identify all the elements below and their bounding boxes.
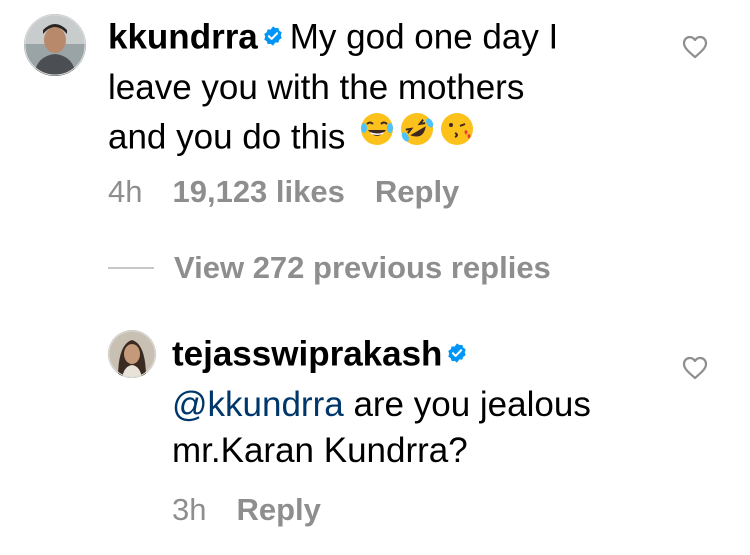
comment-body: kkundrra My god one day I leave you with … <box>108 13 668 167</box>
comment-line-2: leave you with the mothers <box>108 68 525 107</box>
comment-text-part3: and you do this <box>108 117 346 157</box>
reply-username[interactable]: tejasswiprakash <box>172 334 442 373</box>
comment-likes-count[interactable]: 19,123 likes <box>172 174 344 209</box>
avatar-image <box>108 330 156 378</box>
reply-text-rest: are you jealous <box>353 385 591 424</box>
reply-reply-button[interactable]: Reply <box>236 492 320 527</box>
comment-username[interactable]: kkundrra <box>108 17 258 56</box>
face-blowing-kiss-icon <box>439 111 475 159</box>
avatar-image <box>24 14 86 76</box>
comment-time: 4h <box>108 174 143 209</box>
reply-line-1: tejasswiprakash <box>172 330 692 382</box>
avatar-kkundrra[interactable] <box>24 14 86 76</box>
view-previous-replies-button[interactable]: View 272 previous replies <box>108 250 551 286</box>
reply-meta: 3h Reply <box>172 492 351 528</box>
comment-line-1: kkundrra My god one day I <box>108 13 668 65</box>
comment-meta: 4h 19,123 likes Reply <box>108 174 489 210</box>
face-with-tears-of-joy-icon <box>359 111 395 159</box>
reply-line-3: mr.Karan Kundrra? <box>172 431 468 470</box>
view-replies-label: View 272 previous replies <box>174 250 551 285</box>
like-comment-heart-icon[interactable] <box>682 35 708 64</box>
reply-body: tejasswiprakash @kkundrra are you jealou… <box>172 330 692 474</box>
reply-mention-link[interactable]: @kkundrra <box>172 385 344 424</box>
comment-text-part1: My god one day I <box>289 17 559 57</box>
like-reply-heart-icon[interactable] <box>682 356 708 385</box>
reply-line-2: @kkundrra are you jealous <box>172 382 692 428</box>
comment-reply-button[interactable]: Reply <box>375 174 459 209</box>
comment-line-3: and you do this <box>108 111 668 167</box>
reply-time: 3h <box>172 492 207 527</box>
verified-badge-icon <box>446 330 468 376</box>
verified-badge-icon <box>262 13 284 59</box>
avatar-tejasswiprakash[interactable] <box>108 330 156 378</box>
rolling-on-floor-laughing-icon <box>399 111 435 159</box>
replies-divider-line <box>108 267 154 269</box>
